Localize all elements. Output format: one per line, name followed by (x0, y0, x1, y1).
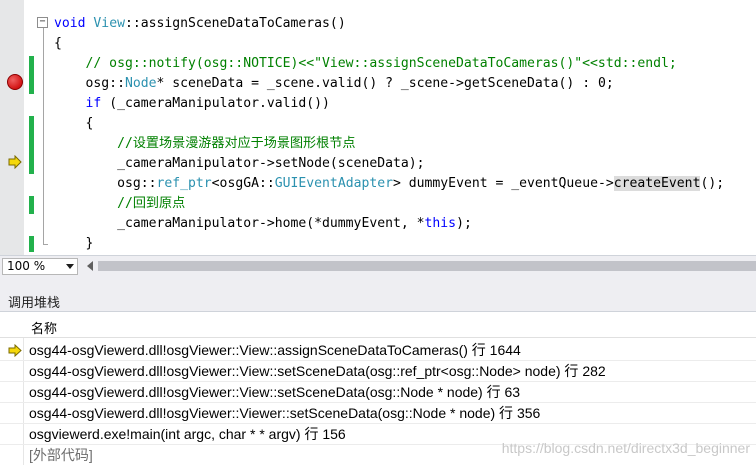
code-token: osg:: (54, 176, 157, 191)
column-header[interactable]: 名称 (0, 313, 756, 338)
code-line[interactable]: osg::ref_ptr<osgGA::GUIEventAdapter> dum… (54, 174, 724, 194)
outline-end-tick (43, 244, 48, 245)
code-line[interactable]: // osg::notify(osg::NOTICE)<<"View::assi… (54, 54, 677, 74)
stack-frame-row[interactable]: osg44-osgViewerd.dll!osgViewer::View::as… (0, 340, 756, 361)
code-line[interactable]: osg::Node* sceneData = _scene.valid() ? … (54, 74, 614, 94)
horizontal-scrollbar[interactable] (98, 261, 756, 271)
stack-frame-row[interactable]: osg44-osgViewerd.dll!osgViewer::View::se… (0, 361, 756, 382)
code-keyword: this (424, 216, 457, 231)
code-token: > dummyEvent = _eventQueue-> (393, 176, 614, 191)
code-keyword: void (54, 16, 94, 31)
code-line[interactable]: _cameraManipulator->home(*dummyEvent, *t… (54, 214, 472, 234)
code-token: (_cameraManipulator.valid()) (101, 96, 330, 111)
current-frame-arrow-icon (8, 344, 22, 357)
breakpoint-icon[interactable] (7, 74, 23, 90)
code-comment: //回到原点 (54, 196, 186, 211)
column-name-label: 名称 (31, 322, 58, 337)
code-token: } (54, 236, 94, 251)
code-keyword: if (85, 96, 102, 111)
code-comment: //设置场景漫游器对应于场景图形根节点 (54, 136, 356, 151)
code-token: osg:: (54, 76, 125, 91)
code-line[interactable]: if (_cameraManipulator.valid()) (54, 94, 330, 114)
stack-frame-label: osgviewerd.exe!main(int argc, char * * a… (29, 426, 346, 442)
stack-frame-label: osg44-osgViewerd.dll!osgViewer::View::se… (29, 363, 606, 379)
editor-status-bar: 100 % (0, 255, 756, 276)
change-bar (29, 236, 34, 252)
code-line[interactable]: _cameraManipulator->setNode(sceneData); (54, 154, 425, 174)
zoom-value: 100 % (7, 259, 46, 273)
code-line[interactable]: { (54, 114, 94, 134)
chevron-down-icon (66, 264, 74, 269)
code-editor[interactable]: − void View::assignSceneDataToCameras(){… (0, 0, 756, 255)
stack-frame-label: osg44-osgViewerd.dll!osgViewer::Viewer::… (29, 405, 541, 421)
code-line[interactable]: { (54, 34, 62, 54)
watermark: https://blog.csdn.net/directx3d_beginner (501, 440, 750, 456)
stack-frame-row[interactable]: osg44-osgViewerd.dll!osgViewer::View::se… (0, 382, 756, 403)
code-token: _cameraManipulator->home(*dummyEvent, * (54, 216, 425, 231)
code-line[interactable]: void View::assignSceneDataToCameras() (54, 14, 346, 34)
panel-splitter[interactable] (0, 276, 756, 288)
outline-guide (43, 24, 44, 244)
code-token: { (54, 36, 62, 51)
code-token: ); (456, 216, 472, 231)
change-bar (29, 116, 34, 174)
current-statement-arrow-icon (8, 155, 22, 169)
code-line[interactable]: //回到原点 (54, 194, 185, 214)
code-token: (); (700, 176, 725, 191)
code-token: * sceneData = _scene.valid() ? _scene->g… (156, 76, 614, 91)
stack-frame-label: [外部代码] (29, 447, 93, 463)
outline-collapse-icon[interactable]: − (37, 17, 48, 28)
panel-title: 调用堆栈 (8, 296, 61, 311)
code-type: View (93, 16, 125, 31)
code-comment: // osg::notify(osg::NOTICE)<<"View::assi… (54, 56, 677, 71)
callstack-header: 调用堆栈 (0, 288, 756, 312)
zoom-dropdown[interactable]: 100 % (2, 258, 78, 275)
stack-frame-label: osg44-osgViewerd.dll!osgViewer::View::se… (29, 384, 521, 400)
code-type: ref_ptr (156, 176, 212, 191)
code-token: <osgGA:: (211, 176, 275, 191)
change-bar (29, 56, 34, 94)
code-token: { (54, 116, 94, 131)
code-token: ::assignSceneDataToCameras() (124, 16, 346, 31)
indicator-margin[interactable] (0, 0, 24, 255)
code-token: _cameraManipulator->setNode(sceneData); (54, 156, 425, 171)
code-type: GUIEventAdapter (274, 176, 393, 191)
code-line[interactable]: } (54, 234, 94, 254)
stack-frame-label: osg44-osgViewerd.dll!osgViewer::View::as… (29, 342, 521, 358)
code-line[interactable]: //设置场景漫游器对应于场景图形根节点 (54, 134, 355, 154)
stack-frame-row[interactable]: osg44-osgViewerd.dll!osgViewer::Viewer::… (0, 403, 756, 424)
scroll-left-icon[interactable] (87, 261, 93, 271)
code-highlight: createEvent (613, 176, 701, 191)
change-bar (29, 196, 34, 214)
code-type: Node (124, 76, 157, 91)
